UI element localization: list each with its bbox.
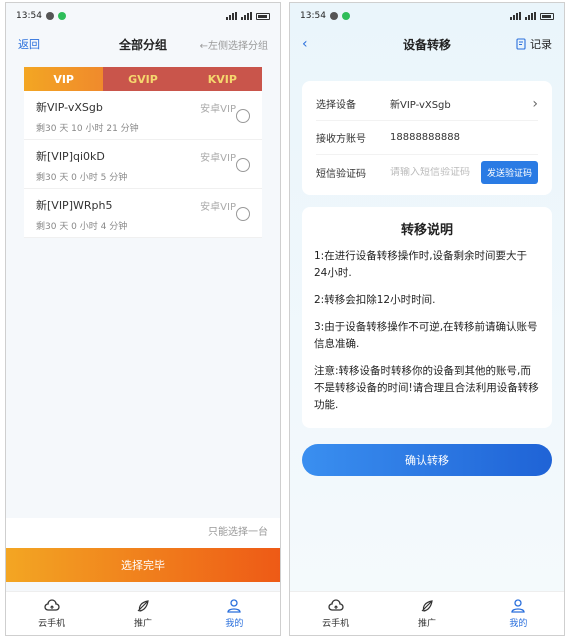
device-value: 新VIP-vXSgb — [390, 100, 451, 111]
nav-label: 云手机 — [38, 618, 66, 629]
sms-code-input[interactable] — [390, 166, 481, 178]
record-button[interactable]: 记录 — [516, 36, 552, 52]
notification-icon — [45, 12, 54, 20]
tab-vip[interactable]: VIP — [24, 67, 104, 91]
device-remaining: 剩30 天 0 小时 5 分钟 — [36, 173, 128, 183]
device-type: 安卓VIP — [200, 202, 236, 213]
account-label: 接收方账号 — [316, 134, 366, 145]
status-time: 13:54 — [16, 11, 42, 21]
back-button[interactable]: 返回 — [18, 36, 40, 52]
nav-cloud-phone[interactable]: 云手机 — [6, 592, 97, 635]
record-icon — [516, 38, 526, 50]
nav-label: 推广 — [133, 618, 152, 629]
status-bar: 13:54 — [290, 3, 564, 29]
device-radio[interactable] — [236, 109, 250, 123]
battery-icon — [540, 12, 554, 20]
nav-cloud-phone[interactable]: 云手机 — [290, 592, 381, 635]
device-item[interactable]: 新[VIP]qi0kD 剩30 天 0 小时 5 分钟 安卓VIP — [24, 140, 262, 189]
tab-kvip[interactable]: KVIP — [183, 67, 262, 91]
signal-icon — [525, 12, 536, 20]
transfer-info: 转移说明 1:在进行设备转移操作时,设备剩余时间要大于24小时. 2:转移会扣除… — [302, 207, 552, 428]
shield-icon — [341, 12, 350, 20]
nav-label: 推广 — [417, 618, 436, 629]
left-screen: 13:54 返回 全部分组 ←左侧选择分组 VIP GVIP KVIP 新VIP… — [5, 2, 281, 636]
group-tabs: VIP GVIP KVIP — [24, 67, 262, 91]
sms-label: 短信验证码 — [316, 168, 366, 180]
nav-bar: 返回 全部分组 ←左侧选择分组 — [6, 29, 280, 59]
info-item: 2:转移会扣除12小时时间. — [314, 294, 436, 306]
status-bar: 13:54 — [6, 3, 280, 29]
nav-label: 我的 — [225, 618, 244, 629]
bottom-nav: 云手机 推广 我的 — [290, 591, 564, 635]
bottom-nav: 云手机 推广 我的 — [6, 591, 280, 635]
info-item: 注意:转移设备时转移你的设备到其他的账号,而不是转移设备的时间!请合理且合法利用… — [314, 365, 539, 411]
sms-row: 短信验证码 发送验证码 — [316, 155, 538, 189]
notification-icon — [329, 12, 338, 20]
signal-icon — [241, 12, 252, 20]
finish-selection-button[interactable]: 选择完毕 — [6, 548, 280, 582]
promote-icon — [419, 599, 435, 613]
back-arrow-icon[interactable]: ‹ — [302, 36, 308, 52]
nav-mine[interactable]: 我的 — [189, 592, 280, 635]
group-select-hint[interactable]: ←左侧选择分组 — [200, 37, 268, 52]
signal-icon — [510, 12, 521, 20]
send-code-button[interactable]: 发送验证码 — [480, 160, 538, 184]
shield-icon — [57, 12, 66, 20]
account-field[interactable]: 18888888888 — [390, 132, 538, 143]
device-select-row[interactable]: 选择设备 新VIP-vXSgb › — [316, 87, 538, 121]
right-screen: 13:54 ‹ 设备转移 记录 选择设备 新VIP-vXSgb › 接收方账号 … — [289, 2, 565, 636]
device-item[interactable]: 新VIP-vXSgb 剩30 天 10 小时 21 分钟 安卓VIP — [24, 91, 262, 140]
nav-promote[interactable]: 推广 — [97, 592, 188, 635]
user-icon — [226, 598, 242, 613]
device-type: 安卓VIP — [200, 104, 236, 115]
account-row: 接收方账号 18888888888 — [316, 121, 538, 155]
cloud-phone-icon — [44, 598, 60, 613]
info-item: 3:由于设备转移操作不可逆,在转移前请确认账号信息准确. — [314, 321, 538, 350]
info-item: 1:在进行设备转移操作时,设备剩余时间要大于24小时. — [314, 250, 528, 279]
nav-promote[interactable]: 推广 — [381, 592, 472, 635]
status-time: 13:54 — [300, 11, 326, 21]
confirm-transfer-button[interactable]: 确认转移 — [302, 444, 552, 476]
device-type: 安卓VIP — [200, 153, 236, 164]
cloud-phone-icon — [328, 598, 344, 613]
device-item[interactable]: 新[VIP]WRph5 剩30 天 0 小时 4 分钟 安卓VIP — [24, 189, 262, 238]
device-radio[interactable] — [236, 158, 250, 172]
device-remaining: 剩30 天 0 小时 4 分钟 — [36, 222, 128, 232]
device-label: 选择设备 — [316, 100, 356, 111]
chevron-right-icon: › — [532, 95, 538, 112]
nav-bar: ‹ 设备转移 记录 — [290, 29, 564, 59]
record-label: 记录 — [530, 38, 552, 51]
tab-gvip[interactable]: GVIP — [103, 67, 182, 91]
info-title: 转移说明 — [400, 223, 453, 238]
nav-mine[interactable]: 我的 — [473, 592, 564, 635]
battery-icon — [256, 12, 270, 20]
device-radio[interactable] — [236, 207, 250, 221]
transfer-form: 选择设备 新VIP-vXSgb › 接收方账号 18888888888 短信验证… — [302, 81, 552, 195]
user-icon — [510, 598, 526, 613]
nav-label: 我的 — [509, 618, 528, 629]
promote-icon — [135, 599, 151, 613]
device-remaining: 剩30 天 10 小时 21 分钟 — [36, 124, 139, 134]
nav-label: 云手机 — [322, 618, 350, 629]
device-list: 新VIP-vXSgb 剩30 天 10 小时 21 分钟 安卓VIP 新[VIP… — [24, 91, 262, 238]
signal-icon — [226, 12, 237, 20]
only-one-note: 只能选择一台 — [6, 518, 280, 548]
